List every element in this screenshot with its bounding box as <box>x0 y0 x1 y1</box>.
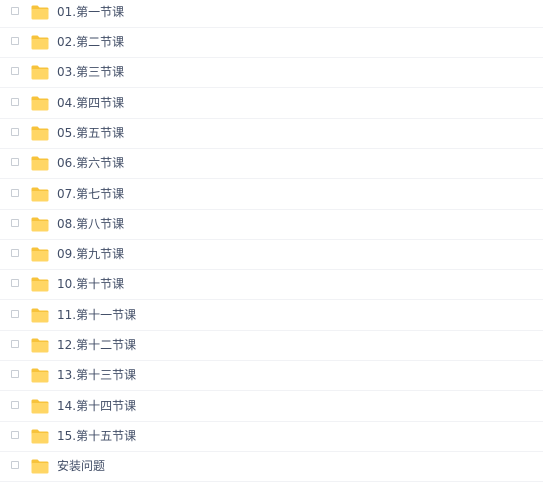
folder-icon <box>31 35 49 50</box>
folder-icon <box>31 217 49 232</box>
row-checkbox[interactable] <box>11 158 19 166</box>
folder-name[interactable]: 03.第三节课 <box>57 65 124 79</box>
row-checkbox[interactable] <box>11 310 19 318</box>
folder-row[interactable]: 09.第九节课 <box>0 240 543 270</box>
folder-name[interactable]: 10.第十节课 <box>57 277 124 291</box>
folder-icon <box>31 96 49 111</box>
folder-icon <box>31 65 49 80</box>
folder-name[interactable]: 02.第二节课 <box>57 35 124 49</box>
folder-row[interactable]: 14.第十四节课 <box>0 392 543 422</box>
folder-row[interactable]: 07.第七节课 <box>0 180 543 210</box>
folder-row[interactable]: 10.第十节课 <box>0 270 543 300</box>
row-checkbox[interactable] <box>11 370 19 378</box>
folder-icon <box>31 308 49 323</box>
folder-row[interactable]: 06.第六节课 <box>0 149 543 179</box>
folder-row[interactable]: 安装问题 <box>0 452 543 482</box>
row-checkbox[interactable] <box>11 37 19 45</box>
folder-icon <box>31 459 49 474</box>
folder-icon <box>31 338 49 353</box>
folder-row[interactable]: 12.第十二节课 <box>0 331 543 361</box>
folder-row[interactable]: 11.第十一节课 <box>0 301 543 331</box>
folder-row[interactable]: 02.第二节课 <box>0 28 543 58</box>
file-list: 01.第一节课 02.第二节课 03.第三节课 04.第四节课 05.第五节课 … <box>0 0 543 490</box>
folder-name[interactable]: 11.第十一节课 <box>57 308 136 322</box>
folder-row[interactable]: 05.第五节课 <box>0 119 543 149</box>
folder-row[interactable]: 13.第十三节课 <box>0 361 543 391</box>
folder-icon <box>31 5 49 20</box>
folder-icon <box>31 187 49 202</box>
folder-icon <box>31 399 49 414</box>
folder-name[interactable]: 14.第十四节课 <box>57 399 136 413</box>
row-checkbox[interactable] <box>11 7 19 15</box>
row-checkbox[interactable] <box>11 340 19 348</box>
folder-name[interactable]: 05.第五节课 <box>57 126 124 140</box>
folder-row[interactable]: 04.第四节课 <box>0 89 543 119</box>
folder-row[interactable]: 03.第三节课 <box>0 58 543 88</box>
row-checkbox[interactable] <box>11 401 19 409</box>
folder-name[interactable]: 07.第七节课 <box>57 187 124 201</box>
row-checkbox[interactable] <box>11 431 19 439</box>
folder-icon <box>31 429 49 444</box>
row-checkbox[interactable] <box>11 98 19 106</box>
folder-name[interactable]: 06.第六节课 <box>57 156 124 170</box>
row-checkbox[interactable] <box>11 128 19 136</box>
folder-name[interactable]: 09.第九节课 <box>57 247 124 261</box>
row-checkbox[interactable] <box>11 279 19 287</box>
folder-icon <box>31 126 49 141</box>
row-checkbox[interactable] <box>11 219 19 227</box>
folder-icon <box>31 277 49 292</box>
folder-icon <box>31 368 49 383</box>
folder-name[interactable]: 12.第十二节课 <box>57 338 136 352</box>
folder-name[interactable]: 08.第八节课 <box>57 217 124 231</box>
folder-row[interactable]: 15.第十五节课 <box>0 422 543 452</box>
row-checkbox[interactable] <box>11 67 19 75</box>
folder-icon <box>31 247 49 262</box>
folder-row[interactable]: 01.第一节课 <box>0 0 543 28</box>
folder-name[interactable]: 01.第一节课 <box>57 5 124 19</box>
row-checkbox[interactable] <box>11 461 19 469</box>
folder-name[interactable]: 04.第四节课 <box>57 96 124 110</box>
folder-icon <box>31 156 49 171</box>
folder-row[interactable]: 08.第八节课 <box>0 210 543 240</box>
row-checkbox[interactable] <box>11 249 19 257</box>
folder-name[interactable]: 15.第十五节课 <box>57 429 136 443</box>
folder-name[interactable]: 13.第十三节课 <box>57 368 136 382</box>
row-checkbox[interactable] <box>11 189 19 197</box>
folder-name[interactable]: 安装问题 <box>57 459 105 473</box>
